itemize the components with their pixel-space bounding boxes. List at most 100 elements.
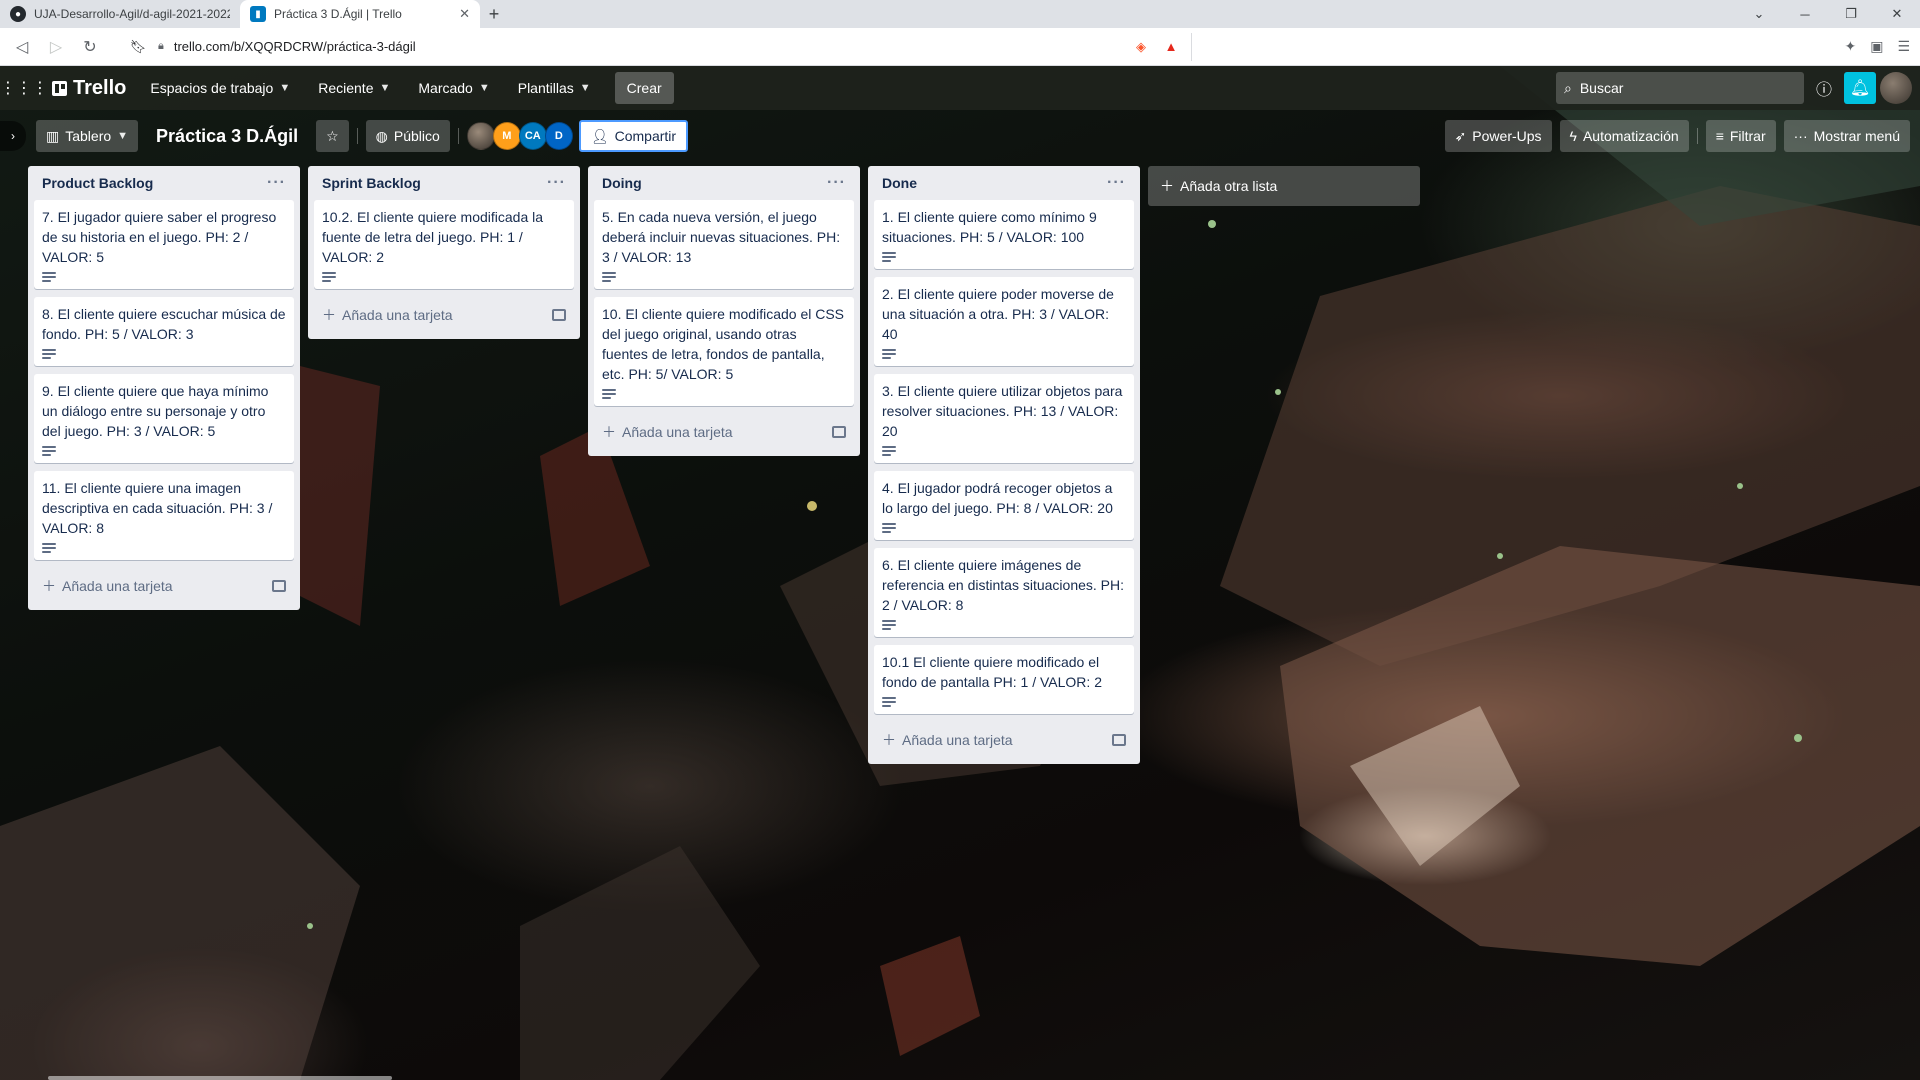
new-tab-button[interactable]: + bbox=[480, 0, 508, 28]
show-menu-label: Mostrar menú bbox=[1813, 128, 1900, 144]
browser-tab-trello[interactable]: ▮ Práctica 3 D.Ágil | Trello ✕ bbox=[240, 0, 480, 28]
app-switcher-icon[interactable]: ⋮⋮⋮ bbox=[0, 72, 48, 104]
member-avatar[interactable] bbox=[466, 122, 495, 150]
wallet-icon[interactable]: ▣ bbox=[1870, 38, 1883, 55]
add-card-button[interactable]: ＋ Añada una tarjeta bbox=[34, 568, 294, 604]
github-icon: ● bbox=[10, 6, 26, 22]
description-icon bbox=[882, 619, 896, 631]
card[interactable]: 2. El cliente quiere poder moverse de un… bbox=[874, 277, 1134, 366]
member-avatar[interactable]: M bbox=[492, 122, 521, 150]
description-icon bbox=[42, 445, 56, 457]
card[interactable]: 10.1 El cliente quiere modificado el fon… bbox=[874, 645, 1134, 714]
add-card-button[interactable]: ＋ Añada una tarjeta bbox=[314, 297, 574, 333]
back-icon[interactable]: ◁ bbox=[10, 35, 34, 59]
reload-icon[interactable]: ↻ bbox=[78, 35, 102, 59]
close-window-icon[interactable]: ✕ bbox=[1874, 0, 1920, 28]
member-avatar[interactable]: CA bbox=[518, 122, 547, 150]
add-card-button[interactable]: ＋ Añada una tarjeta bbox=[874, 722, 1134, 758]
powerups-button[interactable]: ➶ Power-Ups bbox=[1444, 120, 1552, 152]
list-done[interactable]: Done ··· 1. El cliente quiere como mínimo … bbox=[868, 166, 1140, 764]
list-actions-icon[interactable]: ··· bbox=[547, 174, 566, 192]
notifications-bell-icon[interactable]: 🔔︎ bbox=[1844, 72, 1876, 104]
list-header[interactable]: Sprint Backlog ··· bbox=[314, 166, 574, 200]
automation-label: Automatización bbox=[1582, 128, 1679, 144]
card[interactable]: 11. El cliente quiere una imagen descrip… bbox=[34, 471, 294, 560]
tab-search-icon[interactable]: ⌄ bbox=[1736, 0, 1782, 28]
list-header[interactable]: Product Backlog ··· bbox=[34, 166, 294, 200]
visibility-button[interactable]: ◍ Público bbox=[365, 120, 450, 152]
star-board-button[interactable]: ☆ bbox=[316, 120, 349, 152]
menu-starred[interactable]: Marcado ▼ bbox=[406, 72, 501, 104]
create-from-template-icon[interactable] bbox=[1112, 734, 1126, 746]
list-title[interactable]: Product Backlog bbox=[42, 175, 267, 191]
list-title[interactable]: Doing bbox=[602, 175, 827, 191]
add-list-button[interactable]: ＋ Añada otra lista bbox=[1148, 166, 1420, 206]
create-from-template-icon[interactable] bbox=[832, 426, 846, 438]
card[interactable]: 4. El jugador podrá recoger objetos a lo… bbox=[874, 471, 1134, 540]
sidebar-expand-icon[interactable]: › bbox=[0, 121, 26, 151]
trello-logo[interactable]: Trello bbox=[44, 72, 134, 104]
show-menu-button[interactable]: ··· Mostrar menú bbox=[1783, 120, 1910, 152]
create-from-template-icon[interactable] bbox=[272, 580, 286, 592]
plus-icon: ＋ bbox=[322, 307, 336, 323]
brave-rewards-icon[interactable]: ▲ bbox=[1161, 37, 1181, 57]
browser-menu-icon[interactable]: ☰ bbox=[1897, 38, 1910, 55]
minimize-icon[interactable]: ─ bbox=[1782, 0, 1828, 28]
card[interactable]: 9. El cliente quiere que haya mínimo un … bbox=[34, 374, 294, 463]
trello-favicon-icon: ▮ bbox=[250, 6, 266, 22]
info-icon[interactable]: ⓘ bbox=[1808, 72, 1840, 104]
user-avatar[interactable] bbox=[1880, 72, 1912, 104]
chevron-down-icon: ▼ bbox=[117, 130, 129, 142]
share-button[interactable]: 👤︎ Compartir bbox=[578, 120, 689, 152]
forward-icon[interactable]: ▷ bbox=[44, 35, 68, 59]
list-actions-icon[interactable]: ··· bbox=[267, 174, 286, 192]
board-view-switcher[interactable]: ▥ Tablero ▼ bbox=[36, 120, 139, 152]
search-input[interactable]: ⌕ Buscar bbox=[1556, 72, 1804, 104]
description-icon bbox=[882, 522, 896, 534]
board-title[interactable]: Práctica 3 D.Ágil bbox=[146, 126, 308, 147]
plus-icon: ＋ bbox=[1160, 178, 1174, 194]
card[interactable]: 8. El cliente quiere escuchar música de … bbox=[34, 297, 294, 366]
menu-templates[interactable]: Plantillas ▼ bbox=[506, 72, 603, 104]
automation-button[interactable]: ϟ Automatización bbox=[1559, 120, 1689, 152]
card[interactable]: 5. En cada nueva versión, el juego deber… bbox=[594, 200, 854, 289]
restore-icon[interactable]: ❐ bbox=[1828, 0, 1874, 28]
card[interactable]: 1. El cliente quiere como mínimo 9 situa… bbox=[874, 200, 1134, 269]
description-icon bbox=[42, 271, 56, 283]
add-card-label: Añada una tarjeta bbox=[342, 307, 453, 323]
filter-button[interactable]: ≡ Filtrar bbox=[1705, 120, 1776, 152]
list-actions-icon[interactable]: ··· bbox=[1107, 174, 1126, 192]
address-bar[interactable]: 🔖︎ 🔒︎ trello.com/b/XQQRDCRW/práctica-3-d… bbox=[112, 32, 1192, 61]
search-placeholder: Buscar bbox=[1579, 80, 1624, 96]
list-title[interactable]: Done bbox=[882, 175, 1107, 191]
browser-right-tools: ✦ ▣ ☰ bbox=[1844, 38, 1910, 55]
horizontal-scrollbar[interactable] bbox=[48, 1076, 392, 1080]
add-card-button[interactable]: ＋ Añada una tarjeta bbox=[594, 414, 854, 450]
card[interactable]: 10.2. El cliente quiere modificada la fu… bbox=[314, 200, 574, 289]
bookmark-icon[interactable]: 🔖︎ bbox=[128, 37, 148, 57]
card[interactable]: 6. El cliente quiere imágenes de referen… bbox=[874, 548, 1134, 637]
list-header[interactable]: Done ··· bbox=[874, 166, 1134, 200]
member-avatar[interactable]: D bbox=[544, 122, 573, 150]
menu-recent[interactable]: Reciente ▼ bbox=[306, 72, 402, 104]
close-tab-icon[interactable]: ✕ bbox=[459, 6, 470, 22]
list-title[interactable]: Sprint Backlog bbox=[322, 175, 547, 191]
card[interactable]: 7. El jugador quiere saber el progreso d… bbox=[34, 200, 294, 289]
browser-toolbar: ◁ ▷ ↻ 🔖︎ 🔒︎ trello.com/b/XQQRDCRW/prácti… bbox=[0, 28, 1920, 66]
create-from-template-icon[interactable] bbox=[552, 309, 566, 321]
card[interactable]: 3. El cliente quiere utilizar objetos pa… bbox=[874, 374, 1134, 463]
extensions-icon[interactable]: ✦ bbox=[1844, 38, 1856, 55]
add-list-label: Añada otra lista bbox=[1180, 178, 1278, 194]
share-label: Compartir bbox=[614, 128, 677, 144]
url-text[interactable]: trello.com/b/XQQRDCRW/práctica-3-dágil bbox=[174, 39, 1121, 54]
menu-workspaces[interactable]: Espacios de trabajo ▼ bbox=[138, 72, 302, 104]
list-product-backlog[interactable]: Product Backlog ··· 7. El jugador quiere s… bbox=[28, 166, 300, 610]
create-button[interactable]: Crear bbox=[614, 72, 674, 104]
list-sprint-backlog[interactable]: Sprint Backlog ··· 10.2. El cliente quiere… bbox=[308, 166, 580, 339]
card[interactable]: 10. El cliente quiere modificado el CSS … bbox=[594, 297, 854, 406]
brave-shields-icon[interactable]: ◈ bbox=[1131, 37, 1151, 57]
list-header[interactable]: Doing ··· bbox=[594, 166, 854, 200]
list-doing[interactable]: Doing ··· 5. En cada nueva versión, el jue… bbox=[588, 166, 860, 456]
browser-tab-github[interactable]: ● UJA-Desarrollo-Agil/d-agil-2021-2022 bbox=[0, 0, 240, 28]
list-actions-icon[interactable]: ··· bbox=[827, 174, 846, 192]
